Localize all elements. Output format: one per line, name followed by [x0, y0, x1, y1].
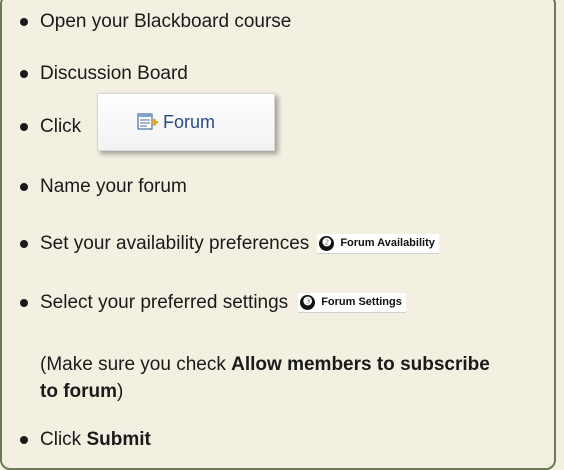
list-item-name-forum: Name your forum [20, 175, 187, 199]
item-text: Click [40, 116, 82, 137]
note-suffix: ) [117, 381, 124, 402]
forum-button-label: Forum [163, 111, 216, 132]
list-item-availability: Set your availability preferences ❷ Foru… [20, 232, 439, 256]
item-text: Select your preferred settings [40, 292, 289, 313]
bullet [20, 123, 28, 131]
settings-note: (Make sure you check Allow members to su… [40, 351, 510, 405]
bullet [20, 183, 28, 191]
step-number-icon: ❸ [300, 294, 316, 310]
badge-label: Forum Availability [340, 237, 435, 249]
list-item-submit: Click Submit [20, 428, 151, 452]
note-prefix: (Make sure you check [40, 354, 232, 375]
badge-label: Forum Settings [321, 296, 402, 308]
item-text: Open your Blackboard course [40, 11, 292, 32]
list-item-click-forum: Click [20, 115, 81, 139]
bullet [20, 299, 28, 307]
submit-prefix: Click [40, 429, 87, 450]
bullet [20, 18, 28, 26]
list-item-discussion-board: Discussion Board [20, 62, 188, 86]
bullet [20, 436, 28, 444]
item-text: Set your availability preferences [40, 233, 310, 254]
item-text: Discussion Board [40, 63, 188, 84]
forum-add-icon [137, 112, 159, 132]
forum-settings-badge: ❸ Forum Settings [298, 293, 406, 313]
item-text: Name your forum [40, 176, 187, 197]
submit-bold: Submit [86, 429, 151, 450]
item-text: Click Submit [40, 428, 151, 452]
list-item-settings: Select your preferred settings ❸ Forum S… [20, 291, 406, 315]
bullet [20, 240, 28, 248]
bullet [20, 70, 28, 78]
step-number-icon: ❷ [319, 235, 335, 251]
forum-availability-badge: ❷ Forum Availability [317, 234, 439, 254]
list-item-open-course: Open your Blackboard course [20, 10, 291, 34]
forum-button[interactable]: Forum [97, 93, 275, 151]
